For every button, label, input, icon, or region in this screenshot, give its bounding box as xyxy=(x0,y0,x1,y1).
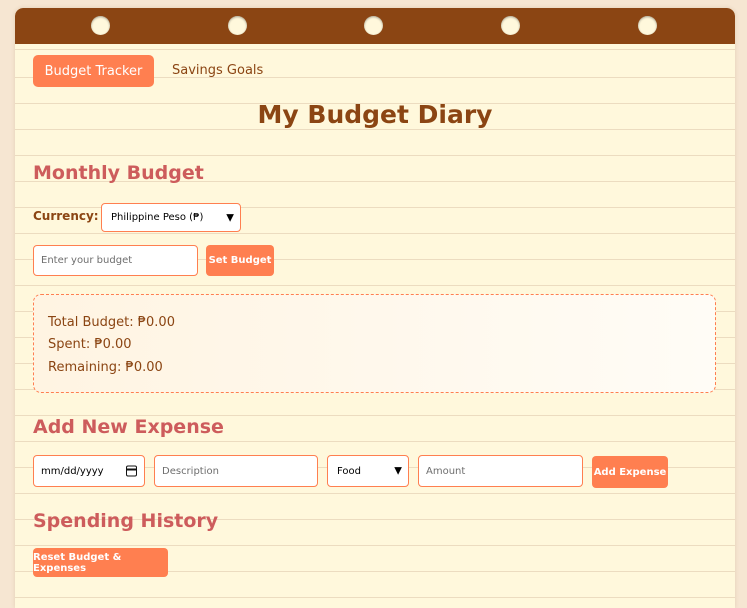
total-budget-text: Total Budget: ₱0.00 xyxy=(48,315,175,330)
tab-budget-tracker[interactable]: Budget Tracker xyxy=(33,55,154,87)
reset-button[interactable]: Reset Budget & Expenses xyxy=(33,548,168,577)
currency-select[interactable]: Philippine Peso (₱) ▼ xyxy=(101,203,241,232)
binding-hole xyxy=(638,16,657,35)
binding-hole xyxy=(501,16,520,35)
add-expense-button[interactable]: Add Expense xyxy=(592,456,668,488)
currency-select-value: Philippine Peso (₱) xyxy=(111,212,204,223)
budget-input-placeholder: Enter your budget xyxy=(41,255,133,266)
calendar-icon[interactable] xyxy=(126,465,137,477)
category-select-value: Food xyxy=(337,465,361,477)
chevron-down-icon: ▼ xyxy=(226,212,234,223)
set-budget-button[interactable]: Set Budget xyxy=(206,245,274,276)
binding-hole xyxy=(228,16,247,35)
notebook-binding xyxy=(15,8,735,44)
page-title: My Budget Diary xyxy=(257,100,493,129)
amount-placeholder: Amount xyxy=(426,465,466,477)
budget-input[interactable]: Enter your budget xyxy=(33,245,198,276)
currency-label: Currency: xyxy=(33,209,99,223)
monthly-budget-heading: Monthly Budget xyxy=(33,162,204,184)
category-select[interactable]: Food ▼ xyxy=(327,455,409,487)
spent-text: Spent: ₱0.00 xyxy=(48,337,132,352)
binding-hole xyxy=(364,16,383,35)
binding-hole xyxy=(91,16,110,35)
add-expense-heading: Add New Expense xyxy=(33,416,224,438)
budget-summary: Total Budget: ₱0.00 Spent: ₱0.00 Remaini… xyxy=(33,294,716,393)
notebook-page: Budget Tracker Savings Goals My Budget D… xyxy=(15,8,735,608)
chevron-down-icon: ▼ xyxy=(394,465,402,477)
date-placeholder: mm/dd/yyyy xyxy=(41,465,104,477)
spending-history-heading: Spending History xyxy=(33,510,219,532)
expense-date-input[interactable]: mm/dd/yyyy xyxy=(33,455,145,487)
remaining-text: Remaining: ₱0.00 xyxy=(48,360,163,375)
tab-savings-goals[interactable]: Savings Goals xyxy=(172,63,263,78)
amount-input[interactable]: Amount xyxy=(418,455,583,487)
description-input[interactable]: Description xyxy=(154,455,318,487)
description-placeholder: Description xyxy=(162,465,219,477)
